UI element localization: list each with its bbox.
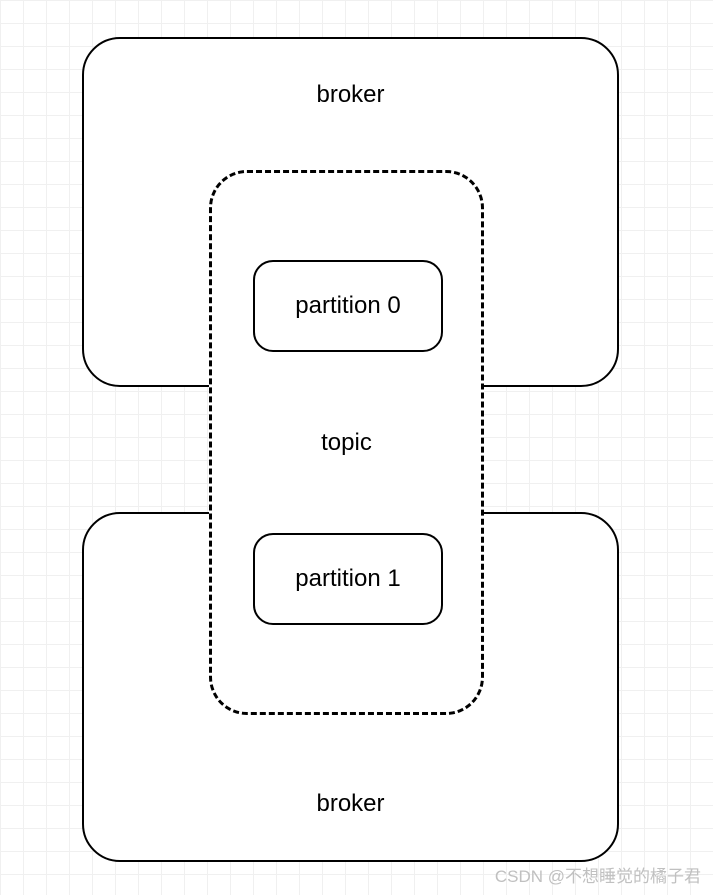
architecture-diagram: broker broker topic partition 0 partitio… — [0, 0, 713, 895]
topic-box: topic — [209, 170, 484, 715]
watermark-text: CSDN @不想睡觉的橘子君 — [495, 862, 701, 887]
partition-1-label: partition 1 — [295, 565, 400, 593]
partition-0-box: partition 0 — [253, 260, 443, 352]
broker-top-label: broker — [316, 81, 384, 109]
topic-label: topic — [212, 429, 481, 457]
partition-1-box: partition 1 — [253, 533, 443, 625]
broker-bottom-label: broker — [316, 790, 384, 818]
partition-0-label: partition 0 — [295, 292, 400, 320]
